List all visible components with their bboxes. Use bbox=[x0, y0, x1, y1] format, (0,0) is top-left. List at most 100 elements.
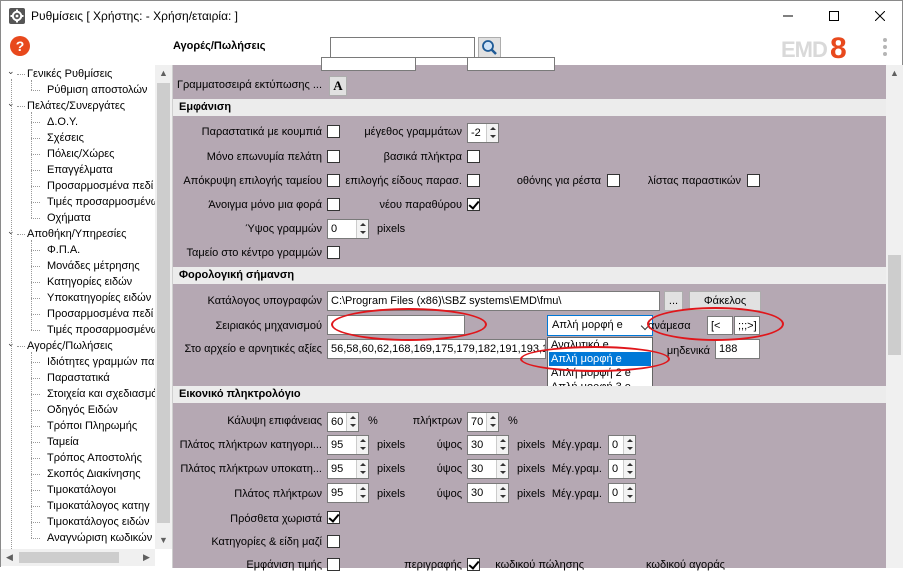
subcat-width-value: 95 bbox=[331, 463, 344, 475]
tree-horizontal-scrollbar[interactable]: ◀ ▶ bbox=[1, 549, 155, 566]
font-size-stepper[interactable]: -2 bbox=[467, 123, 499, 143]
scroll-left-icon[interactable]: ◀ bbox=[1, 549, 18, 566]
font-button[interactable]: A bbox=[329, 76, 347, 96]
close-icon bbox=[874, 10, 886, 22]
pixels-label: pixels bbox=[517, 463, 546, 475]
tree-item-label: Τρόποι Πληρωμής bbox=[47, 420, 138, 432]
cat-height-stepper[interactable]: 30 bbox=[467, 435, 509, 455]
minimize-button[interactable] bbox=[765, 1, 811, 31]
subcat-width-label: Πλάτος πλήκτρων υποκατη... bbox=[180, 463, 322, 475]
tree-item-label: Οχήματα bbox=[47, 212, 91, 224]
cat-max-lines-value: 0 bbox=[612, 439, 619, 451]
cat-width-stepper[interactable]: 95 bbox=[327, 435, 369, 455]
cashier-center-checkbox[interactable] bbox=[327, 246, 340, 259]
pixels-label: pixels bbox=[377, 488, 406, 500]
maximize-button[interactable] bbox=[811, 1, 857, 31]
search-button[interactable] bbox=[478, 37, 501, 59]
desc-checkbox[interactable] bbox=[467, 558, 480, 571]
doc-list-label: λίστας παραστικών bbox=[647, 175, 741, 187]
keys-stepper[interactable]: 70 bbox=[467, 412, 499, 432]
highlight-oval bbox=[520, 346, 670, 372]
tree-vertical-scrollbar[interactable]: ▲ ▼ bbox=[155, 65, 172, 549]
extra-sep-checkbox[interactable] bbox=[327, 511, 340, 524]
tree-item-label: Τιμοκατάλογοι bbox=[47, 484, 116, 496]
appearance-header: Εμφάνιση bbox=[173, 99, 886, 116]
tree-item-label: Αγορές/Πωλήσεις bbox=[27, 340, 113, 352]
tree-item-label: Προσαρμοσμένα πεδί bbox=[47, 308, 154, 320]
doc-buttons-checkbox[interactable] bbox=[327, 125, 340, 138]
highlight-oval bbox=[331, 308, 487, 341]
tree-item-label: Τρόπος Αποστολής bbox=[47, 452, 142, 464]
logo-text: EMD bbox=[781, 37, 828, 62]
hide-cashier-checkbox[interactable] bbox=[327, 174, 340, 187]
format-dropdown[interactable]: Απλή μορφή e bbox=[547, 315, 653, 336]
new-window-label: νέου παραθύρου bbox=[379, 199, 462, 211]
scroll-up-icon[interactable]: ▲ bbox=[886, 65, 903, 82]
new-window-checkbox[interactable] bbox=[467, 198, 480, 211]
height-label: ύψος bbox=[436, 463, 462, 475]
tree-item-label: Ιδιότητες γραμμών πα bbox=[47, 356, 155, 368]
zeros-input[interactable]: 188 bbox=[715, 339, 760, 359]
hide-cashier-label: Απόκρυψη επιλογής ταμείου bbox=[183, 175, 322, 187]
scrollbar-thumb[interactable] bbox=[888, 255, 901, 355]
scroll-right-icon[interactable]: ▶ bbox=[138, 549, 155, 566]
cut-input[interactable] bbox=[321, 57, 416, 71]
key-max-lines-stepper[interactable]: 0 bbox=[608, 483, 636, 503]
extra-sep-label: Πρόσθετα χωριστά bbox=[230, 513, 322, 525]
scrollbar-thumb[interactable] bbox=[19, 552, 119, 563]
cat-items-checkbox[interactable] bbox=[327, 535, 340, 548]
basic-keys-checkbox[interactable] bbox=[467, 150, 480, 163]
scroll-up-icon[interactable]: ▲ bbox=[155, 65, 172, 82]
cut-input-2[interactable] bbox=[467, 57, 555, 71]
key-height-value: 30 bbox=[471, 487, 484, 499]
name-only-checkbox[interactable] bbox=[327, 150, 340, 163]
subcat-height-stepper[interactable]: 30 bbox=[467, 459, 509, 479]
search-input[interactable] bbox=[330, 37, 475, 58]
chevron-down-icon[interactable]: ⌄ bbox=[7, 65, 16, 79]
cat-items-label: Κατηγορίες & είδη μαζί bbox=[211, 536, 322, 548]
help-button[interactable]: ? bbox=[10, 36, 30, 56]
cat-height-value: 30 bbox=[471, 439, 484, 451]
tree-item-label: Αποθήκη/Υπηρεσίες bbox=[27, 228, 127, 240]
scroll-down-icon[interactable]: ▼ bbox=[155, 532, 172, 549]
tree-item-label: Παραστατικά bbox=[47, 372, 110, 384]
key-width-stepper[interactable]: 95 bbox=[327, 483, 369, 503]
title-bar: Ρυθμίσεις [ Χρήστης: - Χρήση/εταιρία: ] bbox=[1, 1, 902, 31]
panel-vertical-scrollbar[interactable]: ▲ bbox=[886, 65, 903, 568]
row-height-stepper[interactable]: 0 bbox=[327, 219, 369, 239]
cat-max-lines-stepper[interactable]: 0 bbox=[608, 435, 636, 455]
open-once-label: Άνοιγμα μόνο μια φορά bbox=[208, 199, 322, 211]
negatives-input[interactable]: 56,58,60,62,168,169,175,179,182,191,193,… bbox=[327, 339, 546, 359]
show-price-checkbox[interactable] bbox=[327, 558, 340, 571]
scrollbar-thumb[interactable] bbox=[157, 83, 170, 523]
window-title: Ρυθμίσεις [ Χρήστης: - Χρήση/εταιρία: ] bbox=[31, 9, 239, 23]
browse-button[interactable]: ... bbox=[664, 291, 683, 311]
tree-item-label: Δ.Ο.Υ. bbox=[47, 116, 79, 128]
settings-window: Ρυθμίσεις [ Χρήστης: - Χρήση/εταιρία: ] … bbox=[0, 0, 903, 571]
module-title: Αγορές/Πωλήσεις bbox=[173, 40, 266, 52]
tree-item-label: Πελάτες/Συνεργάτες bbox=[27, 100, 126, 112]
subcat-width-stepper[interactable]: 95 bbox=[327, 459, 369, 479]
signatures-dir-input[interactable]: C:\Program Files (x86)\SBZ systems\EMD\f… bbox=[327, 291, 660, 311]
choose-type-checkbox[interactable] bbox=[467, 174, 480, 187]
tree-item-label: Τιμές προσαρμοσμένω bbox=[47, 196, 160, 208]
more-menu-icon[interactable] bbox=[882, 37, 888, 59]
tree-item-label: Πόλεις/Χώρες bbox=[47, 148, 115, 160]
show-price-label: Εμφάνιση τιμής bbox=[246, 559, 322, 571]
pixels-label: pixels bbox=[517, 488, 546, 500]
open-once-checkbox[interactable] bbox=[327, 198, 340, 211]
pixels-label: pixels bbox=[517, 439, 546, 451]
subcat-max-lines-stepper[interactable]: 0 bbox=[608, 459, 636, 479]
key-height-stepper[interactable]: 30 bbox=[467, 483, 509, 503]
settings-tree: ⌄ Γενικές Ρυθμίσεις Ρύθμιση αποστολών ⌄ Πελά… bbox=[1, 65, 173, 568]
tree-item-label: Τιμοκατάλογος ειδών bbox=[47, 516, 150, 528]
coverage-stepper[interactable]: 60 bbox=[327, 412, 359, 432]
code-sale-label: κωδικού πώλησης bbox=[495, 559, 584, 571]
screen-change-checkbox[interactable] bbox=[607, 174, 620, 187]
close-button[interactable] bbox=[857, 1, 903, 31]
coverage-value: 60 bbox=[331, 416, 344, 428]
doc-list-checkbox[interactable] bbox=[747, 174, 760, 187]
zeros-label: μηδενικά bbox=[666, 345, 710, 357]
tree-item-label: Αναγνώριση κωδικών bbox=[47, 532, 153, 544]
desc-label: περιγραφής bbox=[404, 559, 462, 571]
